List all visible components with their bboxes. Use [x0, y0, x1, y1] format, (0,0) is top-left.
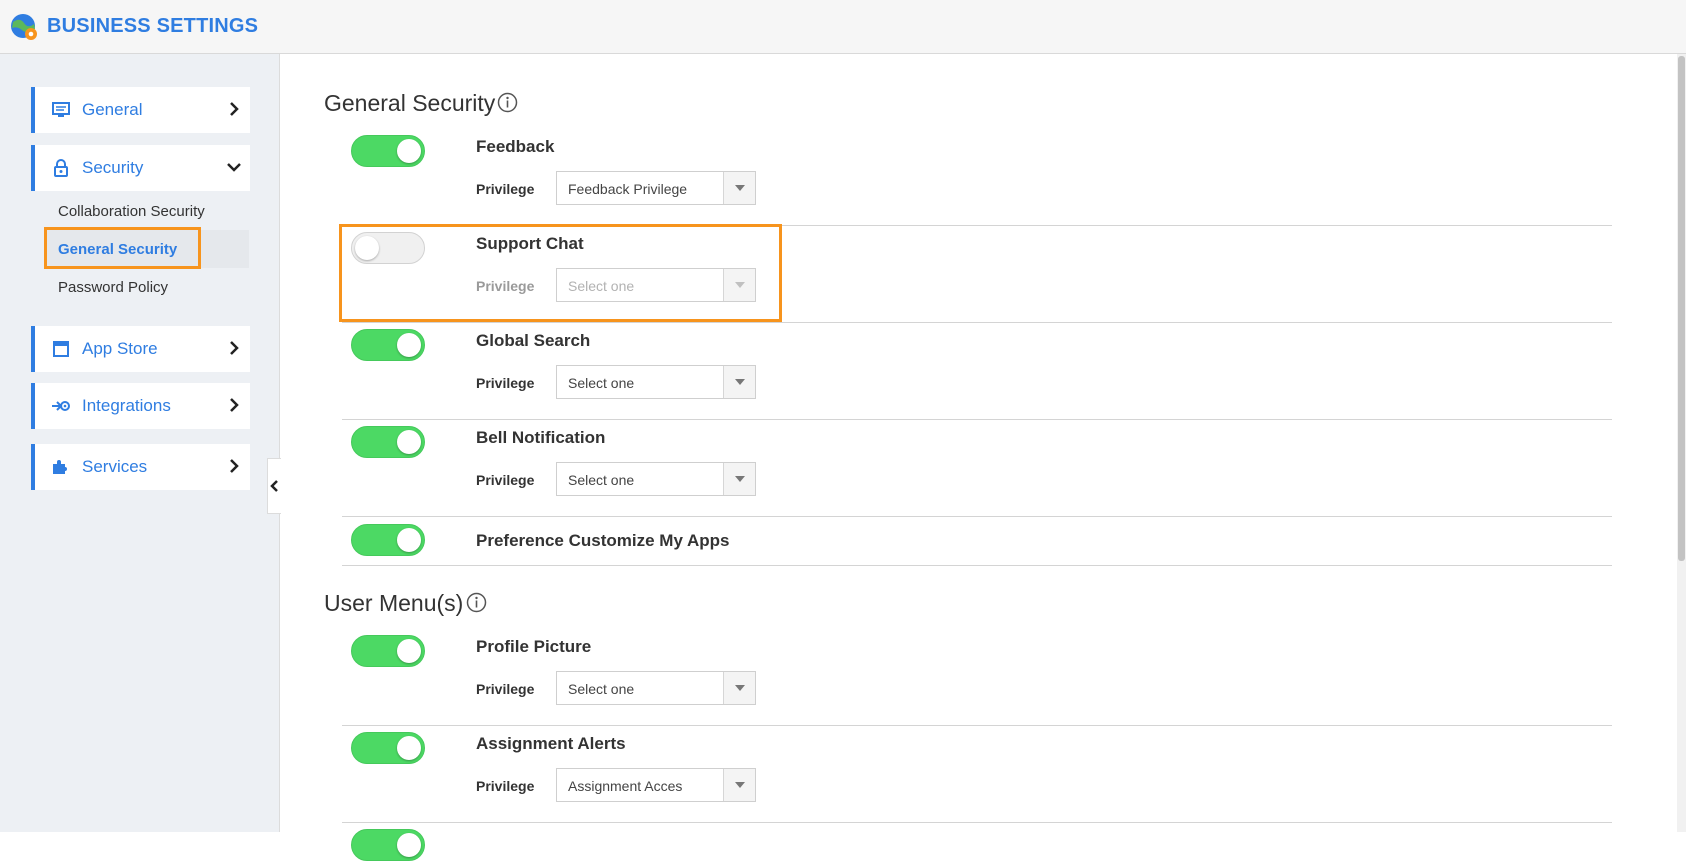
feature-name-support-chat: Support Chat	[476, 234, 584, 253]
toggle-next-feature[interactable]	[351, 829, 425, 861]
scrollbar-thumb[interactable]	[1678, 56, 1685, 561]
dropdown-arrow-icon	[723, 172, 755, 204]
select-feedback-privilege[interactable]: Feedback Privilege	[556, 171, 756, 205]
sidebar-item-label: Security	[82, 158, 144, 177]
lock-icon	[54, 159, 68, 177]
toggle-knob	[355, 236, 379, 260]
select-value: Select one	[568, 472, 635, 488]
section-title-general-security: General Security	[324, 90, 496, 116]
toggle-knob	[397, 333, 421, 357]
feature-name-global-search: Global Search	[476, 331, 591, 350]
toggle-feedback[interactable]	[351, 135, 425, 167]
dropdown-arrow-icon	[723, 463, 755, 495]
privilege-label: Privilege	[476, 375, 535, 391]
integrations-icon	[52, 401, 70, 411]
chevron-right-icon	[230, 341, 239, 355]
chevron-right-icon	[230, 102, 239, 116]
toggle-knob	[397, 139, 421, 163]
chevron-left-icon	[270, 480, 278, 492]
feature-name-assignment-alerts: Assignment Alerts	[476, 734, 626, 753]
sidebar-subitem-password-policy[interactable]: Password Policy	[58, 279, 168, 296]
sidebar-item-security[interactable]: Security	[31, 145, 250, 191]
select-support-chat-privilege: Select one	[556, 268, 756, 302]
section-title-user-menus: User Menu(s)	[324, 590, 464, 616]
toggle-preference-customize-my-apps[interactable]	[351, 524, 425, 556]
sidebar-item-integrations[interactable]: Integrations	[31, 383, 250, 429]
sidebar-collapse-button[interactable]	[267, 458, 281, 514]
select-value: Assignment Acces	[568, 778, 683, 794]
dropdown-arrow-icon	[723, 269, 755, 301]
select-bell-notification-privilege[interactable]: Select one	[556, 462, 756, 496]
active-item-highlight	[44, 227, 201, 269]
sidebar-item-general[interactable]: General	[31, 87, 250, 133]
toggle-support-chat[interactable]	[351, 232, 425, 264]
toggle-global-search[interactable]	[351, 329, 425, 361]
select-assignment-alerts-privilege[interactable]: Assignment Acces	[556, 768, 756, 802]
sidebar-subitem-collaboration-security[interactable]: Collaboration Security	[58, 203, 205, 220]
chevron-right-icon	[230, 459, 239, 473]
privilege-label: Privilege	[476, 778, 535, 794]
row-divider	[342, 516, 1612, 517]
toggle-knob	[397, 639, 421, 663]
info-icon[interactable]	[466, 592, 487, 613]
toggle-bell-notification[interactable]	[351, 426, 425, 458]
toggle-knob	[397, 736, 421, 760]
row-divider	[342, 565, 1612, 566]
row-divider	[342, 822, 1612, 823]
sidebar-item-services[interactable]: Services	[31, 444, 250, 490]
monitor-icon	[52, 102, 70, 117]
privilege-label: Privilege	[476, 181, 535, 197]
feature-name-bell-notification: Bell Notification	[476, 428, 606, 447]
dropdown-arrow-icon	[723, 769, 755, 801]
feature-name-profile-picture: Profile Picture	[476, 637, 592, 656]
sidebar-item-label: General	[82, 100, 143, 119]
app-logo-icon	[11, 14, 37, 40]
select-global-search-privilege[interactable]: Select one	[556, 365, 756, 399]
privilege-label: Privilege	[476, 681, 535, 697]
app-title: BUSINESS SETTINGS	[47, 15, 259, 37]
feature-name-feedback: Feedback	[476, 137, 555, 156]
sidebar-item-label: App Store	[82, 339, 158, 358]
sidebar-item-app-store[interactable]: App Store	[31, 326, 250, 372]
dropdown-arrow-icon	[723, 672, 755, 704]
row-divider	[342, 322, 1612, 323]
row-divider	[342, 419, 1612, 420]
select-profile-picture-privilege[interactable]: Select one	[556, 671, 756, 705]
dropdown-arrow-icon	[723, 366, 755, 398]
privilege-label: Privilege	[476, 278, 535, 294]
sidebar-item-label: Integrations	[82, 396, 171, 415]
select-value: Select one	[568, 278, 635, 294]
row-divider	[342, 725, 1612, 726]
sidebar-item-label: Services	[82, 457, 148, 476]
privilege-label: Privilege	[476, 472, 535, 488]
top-bar: BUSINESS SETTINGS	[0, 0, 1686, 54]
toggle-assignment-alerts[interactable]	[351, 732, 425, 764]
toggle-knob	[397, 430, 421, 454]
puzzle-icon	[53, 460, 67, 474]
toggle-profile-picture[interactable]	[351, 635, 425, 667]
info-icon[interactable]	[497, 92, 518, 113]
chevron-down-icon	[227, 163, 241, 172]
toggle-knob	[397, 528, 421, 552]
select-value: Select one	[568, 375, 635, 391]
feature-name-preference-customize-my-apps: Preference Customize My Apps	[476, 531, 730, 550]
select-value: Feedback Privilege	[568, 181, 688, 197]
store-icon	[53, 341, 69, 357]
toggle-knob	[397, 833, 421, 857]
select-value: Select one	[568, 681, 635, 697]
chevron-right-icon	[230, 398, 239, 412]
